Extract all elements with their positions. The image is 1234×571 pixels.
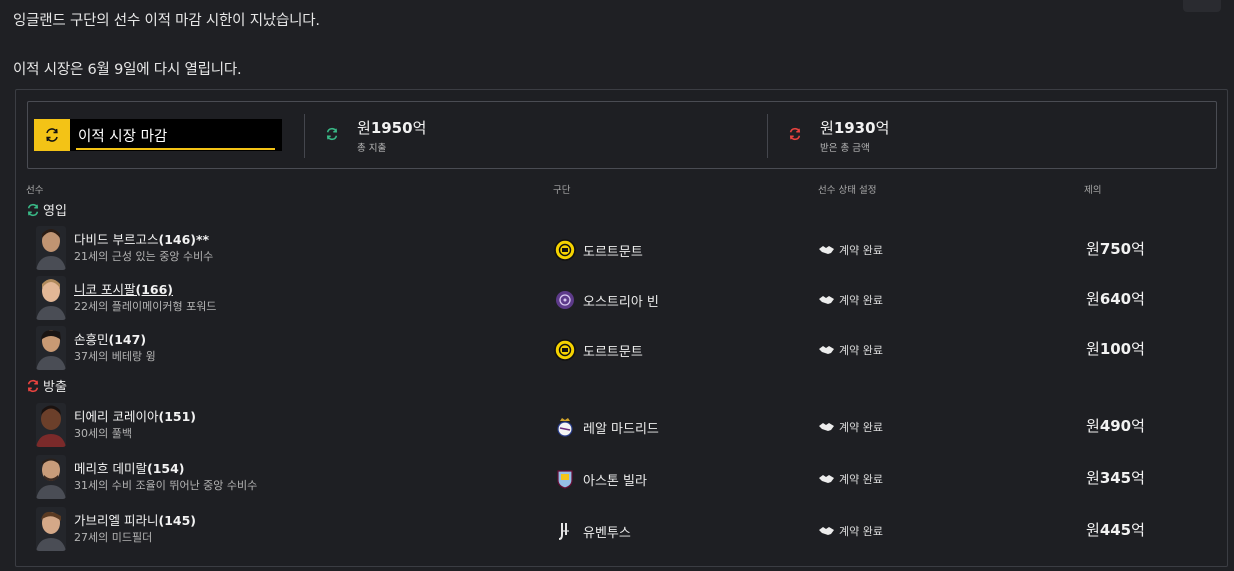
player-description: 27세의 미드필더 <box>74 531 153 544</box>
summary-bar: 이적 시장 마감 원1950억 총 지출 원1930억 받은 총 금액 <box>27 101 1217 169</box>
handshake-icon <box>819 527 834 535</box>
column-header-player[interactable]: 선수 <box>26 182 43 196</box>
player-name[interactable]: 메리흐 데미랄(154) <box>74 458 185 477</box>
club-name[interactable]: 오스트리아 빈 <box>583 291 659 310</box>
player-avatar <box>36 276 66 320</box>
total-received-value: 원1930억 <box>820 119 890 137</box>
transfer-fee: 원100억 <box>1086 340 1145 358</box>
column-header-club[interactable]: 구단 <box>553 182 570 196</box>
club-cell[interactable]: 도르트문트 <box>554 339 643 361</box>
outgoing-section-label: 방출 <box>43 380 67 395</box>
player-name[interactable]: 니코 포시팔(166) <box>74 279 173 298</box>
contract-status: 계약 완료 <box>819 523 883 539</box>
club-cell[interactable]: 레알 마드리드 <box>554 416 659 438</box>
player-avatar <box>36 403 66 447</box>
dortmund-crest-icon <box>554 239 576 261</box>
player-avatar <box>36 226 66 270</box>
player-row[interactable]: 티에리 코레이아(151) 30세의 풀백 레알 마드리드 계약 완료 원490… <box>16 401 1227 451</box>
handshake-icon <box>819 475 834 483</box>
player-avatar <box>36 326 66 370</box>
player-description: 22세의 플레이메이커형 포워드 <box>74 300 217 313</box>
player-row[interactable]: 가브리엘 피라니(145) 27세의 미드필더 유벤투스 계약 완료 원445억 <box>16 505 1227 555</box>
player-description: 31세의 수비 조율이 뛰어난 중앙 수비수 <box>74 479 258 492</box>
club-name[interactable]: 아스톤 빌라 <box>583 470 647 489</box>
contract-status: 계약 완료 <box>819 342 883 358</box>
club-name[interactable]: 도르트문트 <box>583 341 643 360</box>
player-name[interactable]: 손흥민(147) <box>74 329 146 348</box>
club-cell[interactable]: 도르트문트 <box>554 239 643 261</box>
handshake-icon <box>819 423 834 431</box>
contract-status: 계약 완료 <box>819 471 883 487</box>
transfer-window-status: 이적 시장 마감 <box>34 119 282 151</box>
outgoing-transfer-icon <box>788 126 802 145</box>
club-name[interactable]: 도르트문트 <box>583 241 643 260</box>
contract-status: 계약 완료 <box>819 419 883 435</box>
real-madrid-crest-icon <box>554 416 576 438</box>
transfer-fee: 원750억 <box>1086 240 1145 258</box>
club-name[interactable]: 유벤투스 <box>583 522 631 541</box>
total-spent-value: 원1950억 <box>357 119 427 137</box>
transfer-fee: 원345억 <box>1086 469 1145 487</box>
transfer-fee: 원445억 <box>1086 521 1145 539</box>
club-cell[interactable]: 유벤투스 <box>554 520 631 542</box>
player-description: 21세의 근성 있는 중앙 수비수 <box>74 250 214 263</box>
window-underline <box>76 148 275 150</box>
club-cell[interactable]: 오스트리아 빈 <box>554 289 659 311</box>
player-row[interactable]: 다비드 부르고스(146)** 21세의 근성 있는 중앙 수비수 도르트문트 … <box>16 224 1227 274</box>
total-received: 원1930억 받은 총 금액 <box>788 120 889 154</box>
juventus-crest-icon <box>554 520 576 542</box>
handshake-icon <box>819 296 834 304</box>
incoming-transfer-icon <box>325 126 339 145</box>
player-name[interactable]: 가브리엘 피라니(145) <box>74 510 196 529</box>
transfer-fee: 원490억 <box>1086 417 1145 435</box>
player-row[interactable]: 메리흐 데미랄(154) 31세의 수비 조율이 뛰어난 중앙 수비수 아스톤 … <box>16 453 1227 503</box>
column-header-status[interactable]: 선수 상태 설정 <box>818 182 876 196</box>
divider <box>304 114 305 158</box>
outgoing-section-header: 방출 <box>26 376 67 395</box>
player-row[interactable]: 니코 포시팔(166) 22세의 플레이메이커형 포워드 오스트리아 빈 계약 … <box>16 274 1227 324</box>
player-description: 30세의 풀백 <box>74 427 132 440</box>
total-received-label: 받은 총 금액 <box>820 143 870 154</box>
player-name[interactable]: 다비드 부르고스(146)** <box>74 229 209 248</box>
outgoing-transfer-icon <box>27 379 39 392</box>
transfer-summary-panel: 이적 시장 마감 원1950억 총 지출 원1930억 받은 총 금액 선수 구… <box>15 89 1228 567</box>
dortmund-crest-icon <box>554 339 576 361</box>
contract-status: 계약 완료 <box>819 242 883 258</box>
aston-villa-crest-icon <box>554 468 576 490</box>
incoming-section-label: 영입 <box>43 204 67 219</box>
total-spent-label: 총 지출 <box>357 143 387 154</box>
deadline-notice: 잉글랜드 구단의 선수 이적 마감 시한이 지났습니다. <box>13 13 320 29</box>
club-name[interactable]: 레알 마드리드 <box>583 418 659 437</box>
column-header-offer[interactable]: 제의 <box>1084 182 1101 196</box>
transfer-fee: 원640억 <box>1086 290 1145 308</box>
transfer-window-label: 이적 시장 마감 <box>78 128 168 145</box>
player-name[interactable]: 티에리 코레이아(151) <box>74 406 196 425</box>
reopen-notice: 이적 시장은 6월 9일에 다시 열립니다. <box>13 62 242 78</box>
incoming-transfer-icon <box>27 203 39 216</box>
austria-wien-crest-icon <box>554 289 576 311</box>
player-description: 37세의 베테랑 윙 <box>74 350 156 363</box>
divider <box>767 114 768 158</box>
player-avatar <box>36 455 66 499</box>
handshake-icon <box>819 346 834 354</box>
handshake-icon <box>819 246 834 254</box>
transfer-arrows-icon <box>34 119 70 151</box>
player-avatar <box>36 507 66 551</box>
total-spent: 원1950억 총 지출 <box>325 120 426 154</box>
player-row[interactable]: 손흥민(147) 37세의 베테랑 윙 도르트문트 계약 완료 원100억 <box>16 324 1227 374</box>
incoming-section-header: 영입 <box>26 200 67 219</box>
corner-tab[interactable] <box>1183 0 1221 12</box>
contract-status: 계약 완료 <box>819 292 883 308</box>
club-cell[interactable]: 아스톤 빌라 <box>554 468 647 490</box>
